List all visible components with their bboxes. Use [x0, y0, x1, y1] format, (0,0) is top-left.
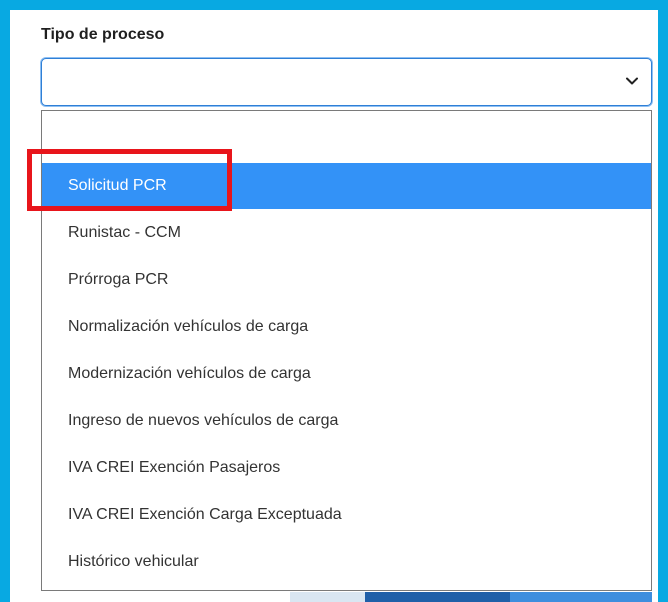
dropdown-option-modernizacion[interactable]: Modernización vehículos de carga	[42, 351, 651, 397]
background-button-partial-dark	[365, 592, 510, 602]
annotation-highlight-box	[27, 149, 232, 211]
field-label: Tipo de proceso	[41, 26, 165, 43]
background-button-partial-blue	[510, 592, 652, 602]
dropdown-option-normalizacion[interactable]: Normalización vehículos de carga	[42, 304, 651, 350]
dropdown-option-historico-vehicular[interactable]: Histórico vehicular	[42, 539, 651, 585]
dropdown-option-prorroga-pcr[interactable]: Prórroga PCR	[42, 257, 651, 303]
chevron-down-icon[interactable]	[625, 74, 639, 88]
dropdown-option-runistac-ccm[interactable]: Runistac - CCM	[42, 210, 651, 256]
process-type-select[interactable]	[41, 58, 652, 106]
dropdown-option-iva-crei-pasajeros[interactable]: IVA CREI Exención Pasajeros	[42, 445, 651, 491]
background-button-partial	[290, 592, 365, 602]
dropdown-option-ingreso-nuevos[interactable]: Ingreso de nuevos vehículos de carga	[42, 398, 651, 444]
dropdown-option-iva-crei-carga[interactable]: IVA CREI Exención Carga Exceptuada	[42, 492, 651, 538]
